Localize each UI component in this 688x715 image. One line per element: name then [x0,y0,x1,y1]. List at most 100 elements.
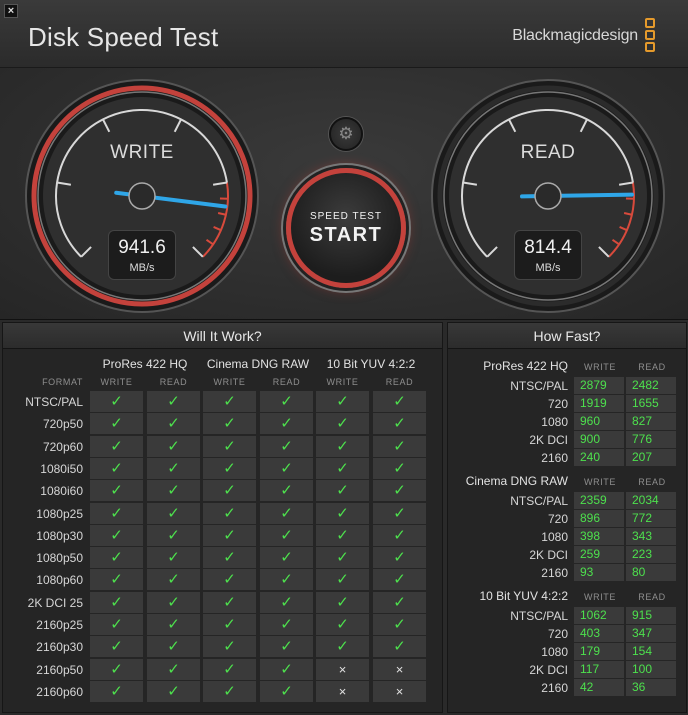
check-icon: ✓ [147,480,200,502]
cross-icon: × [316,658,369,680]
table-row: 720 896 772 [448,510,688,528]
gauge-hub [534,182,562,210]
format-label: 1080p50 [36,551,83,566]
check-icon: ✓ [260,435,313,457]
write-speed-readout: 941.6 MB/s [108,230,176,280]
will-it-work-panel: Will It Work? ProRes 422 HQ WRITE READ Cine… [2,322,443,713]
check-icon: ✓ [90,636,143,658]
check-icon: ✓ [260,636,313,658]
format-label: 2160p30 [36,640,83,655]
check-icon: ✓ [260,413,313,435]
write-speed-value: 941.6 [118,237,166,258]
check-icon: ✓ [90,391,143,412]
check-icon: ✓ [203,658,256,680]
format-label: 2K DCI 25 [27,595,83,610]
check-icon: ✓ [203,457,256,479]
check-icon: ✓ [260,680,313,702]
write-speed-unit: MB/s [129,262,155,274]
gauges-area: WRITE 941.6 MB/s ⚙ SPEED TEST START READ… [0,68,688,320]
check-icon: ✓ [90,658,143,680]
table-row: 2K DCI 900 776 [448,431,688,449]
table-row: 2K DCI 25 ✓ ✓ ✓ ✓ ✓ ✓ [3,591,444,614]
format-label: 720p60 [42,439,83,454]
column-write-label: WRITE [584,592,616,602]
table-row: NTSC/PAL ✓ ✓ ✓ ✓ ✓ ✓ [3,391,444,413]
app-window: × Disk Speed Test Blackmagicdesign WRITE… [0,0,688,715]
check-icon: ✓ [203,524,256,546]
start-button[interactable]: SPEED TEST START [286,168,406,288]
table-row: 2160p30 ✓ ✓ ✓ ✓ ✓ ✓ [3,636,444,658]
codec-header: Cinema DNG RAW [206,357,310,371]
gear-icon[interactable]: ⚙ [329,117,363,151]
write-fps-value: 93 [574,564,624,581]
column-read-label: READ [638,592,666,602]
check-icon: ✓ [316,391,369,412]
write-fps-value: 960 [574,413,624,430]
check-icon: ✓ [203,547,256,569]
read-speed-readout: 814.4 MB/s [514,230,582,280]
write-fps-value: 896 [574,510,624,527]
cross-icon: × [316,680,369,702]
write-fps-value: 2879 [574,377,624,394]
will-it-work-title: Will It Work? [3,323,442,349]
format-label: 2160p25 [36,618,83,632]
check-icon: ✓ [147,435,200,457]
write-fps-value: 259 [574,546,624,563]
read-fps-value: 2482 [626,377,676,394]
table-row: 1080 960 827 [448,413,688,431]
write-fps-value: 900 [574,431,624,448]
write-fps-value: 42 [574,679,624,696]
table-row: NTSC/PAL 2879 2482 [448,377,688,395]
check-icon: ✓ [373,614,426,635]
check-icon: ✓ [203,480,256,502]
check-icon: ✓ [373,413,426,435]
check-icon: ✓ [260,391,313,412]
check-icon: ✓ [316,457,369,479]
gauge-hub [128,182,156,210]
check-icon: ✓ [260,524,313,546]
format-label: 2160p50 [36,662,83,677]
table-row: 1080i60 ✓ ✓ ✓ ✓ ✓ ✓ [3,480,444,502]
table-row: 1080p25 ✓ ✓ ✓ ✓ ✓ ✓ [3,502,444,525]
table-row: 2160 93 80 [448,564,688,582]
table-row: 720 1919 1655 [448,395,688,413]
column-write-label: WRITE [100,377,133,387]
check-icon: ✓ [147,591,200,613]
table-row: 720 403 347 [448,625,688,643]
column-write-label: WRITE [326,377,359,387]
check-icon: ✓ [147,391,200,412]
check-icon: ✓ [90,569,143,591]
check-icon: ✓ [373,480,426,502]
check-icon: ✓ [373,457,426,479]
read-fps-value: 36 [626,679,676,696]
title-bar: × Disk Speed Test Blackmagicdesign [0,0,688,68]
write-fps-value: 398 [574,528,624,545]
how-fast-panel: How Fast? ProRes 422 HQ WRITE READ NTSC/PAL… [447,322,687,713]
read-speed-unit: MB/s [535,262,561,274]
check-icon: ✓ [203,636,256,658]
format-label: 2K DCI [529,663,568,677]
read-speed-value: 814.4 [524,237,572,258]
format-label: 720p50 [42,417,83,432]
column-read-label: READ [638,362,666,372]
read-fps-value: 80 [626,564,676,581]
check-icon: ✓ [90,480,143,502]
check-icon: ✓ [147,614,200,635]
check-icon: ✓ [147,658,200,680]
check-icon: ✓ [260,569,313,591]
table-row: 1080 398 343 [448,528,688,546]
check-icon: ✓ [203,680,256,702]
check-icon: ✓ [147,457,200,479]
close-icon[interactable]: × [4,4,18,18]
cross-icon: × [373,680,426,702]
format-label: 2K DCI [529,548,568,562]
check-icon: ✓ [90,547,143,569]
read-fps-value: 1655 [626,395,676,412]
check-icon: ✓ [260,457,313,479]
app-title: Disk Speed Test [28,22,219,52]
table-row: 720p50 ✓ ✓ ✓ ✓ ✓ ✓ [3,413,444,435]
check-icon: ✓ [147,547,200,569]
format-label: 2K DCI [529,433,568,447]
format-label: 720 [547,627,568,641]
table-row: 2160p25 ✓ ✓ ✓ ✓ ✓ ✓ [3,614,444,636]
